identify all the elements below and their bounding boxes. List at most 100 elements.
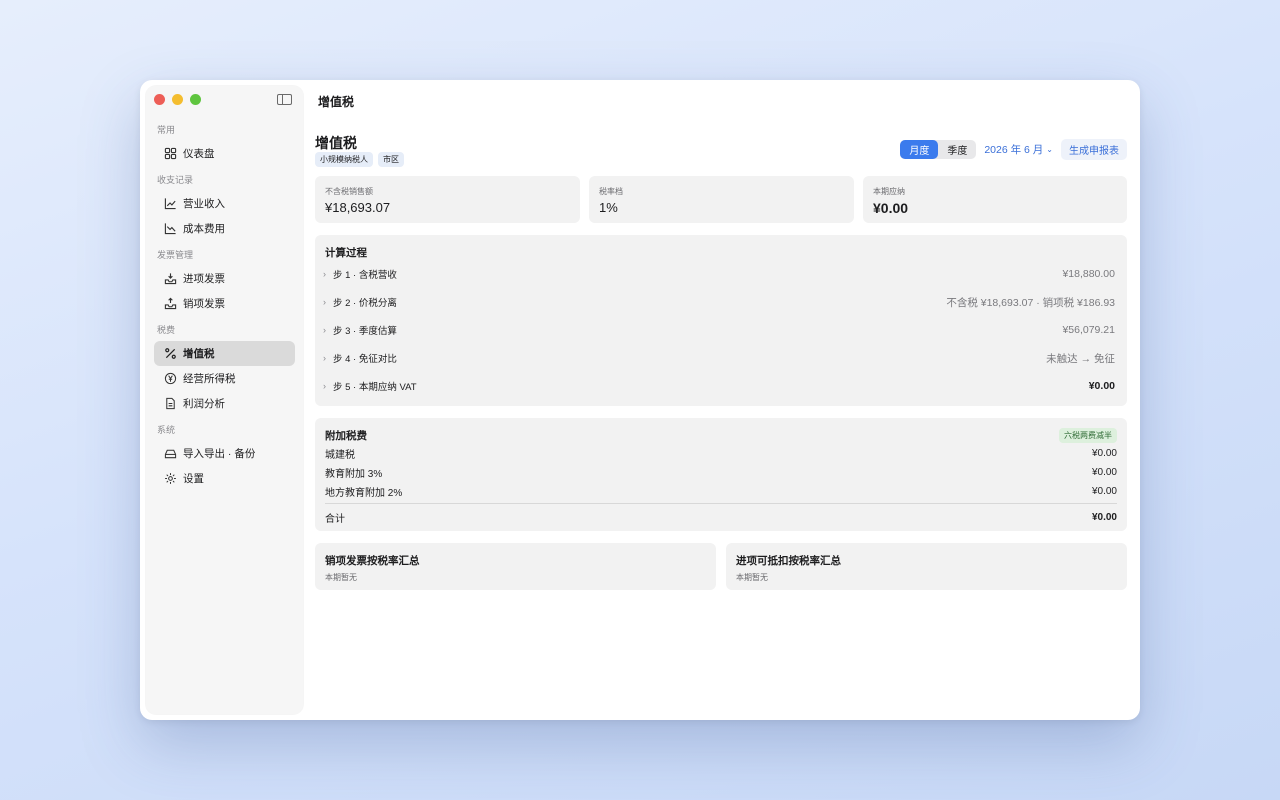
close-window-button[interactable] <box>154 94 165 105</box>
sidebar-item-settings[interactable]: 设置 <box>154 466 295 491</box>
chevron-right-icon: › <box>323 353 326 363</box>
traffic-lights <box>154 94 201 105</box>
empty-note: 本期暂无 <box>736 573 768 582</box>
sidebar-item-input-invoices[interactable]: 进项发票 <box>154 266 295 291</box>
sidebar-item-income-tax[interactable]: 经营所得税 <box>154 366 295 391</box>
sidebar-item-label: 经营所得税 <box>183 373 236 385</box>
sidebar-item-label: 成本费用 <box>183 223 225 235</box>
surcharge-value: ¥0.00 <box>1091 466 1117 478</box>
generate-report-button[interactable]: 生成申报表 <box>1061 139 1127 160</box>
output-summary-card: 销项发票按税率汇总 本期暂无 <box>315 543 716 590</box>
kpi-label: 本期应纳 <box>873 187 905 196</box>
step-value: 未触达 → 免征 <box>1046 352 1115 365</box>
sidebar-item-revenue[interactable]: 营业收入 <box>154 191 295 216</box>
minimize-window-button[interactable] <box>172 94 183 105</box>
calc-step-row[interactable]: › 步 4 · 免征对比 未触达 → 免征 <box>323 350 1115 366</box>
sidebar-item-label: 利润分析 <box>183 398 225 410</box>
chevron-right-icon: › <box>323 297 326 307</box>
step-label: 步 5 · 本期应纳 VAT <box>333 382 417 393</box>
surcharge-title: 附加税费 <box>325 430 367 442</box>
relief-badge: 六税两费减半 <box>1059 428 1117 443</box>
section-label-taxes: 税费 <box>157 325 176 335</box>
step-label: 步 4 · 免征对比 <box>333 354 397 365</box>
divider <box>325 503 1117 504</box>
sidebar-item-label: 销项发票 <box>183 298 225 310</box>
step-value: 不含税 ¥18,693.07 · 销项税 ¥186.93 <box>946 296 1115 309</box>
kpi-label: 不含税销售额 <box>325 187 373 196</box>
sidebar-item-label: 营业收入 <box>183 198 225 210</box>
taxpayer-tags: 小规模纳税人 市区 <box>315 152 404 167</box>
kpi-label: 税率档 <box>599 187 623 196</box>
sidebar-item-label: 仪表盘 <box>183 148 215 160</box>
header-controls: 月度 季度 2026 年 6 月 ⌄ 生成申报表 <box>900 139 1127 160</box>
kpi-value: ¥0.00 <box>873 200 909 216</box>
tag-taxpayer-type: 小规模纳税人 <box>315 152 373 167</box>
section-label-common: 常用 <box>157 125 176 135</box>
summary-title: 进项可抵扣按税率汇总 <box>736 555 841 567</box>
yen-circle-icon <box>163 372 177 386</box>
page-title: 增值税 <box>315 135 357 151</box>
empty-note: 本期暂无 <box>325 573 357 582</box>
sidebar-item-dashboard[interactable]: 仪表盘 <box>154 141 295 166</box>
kpi-card-sales: 不含税销售额 ¥18,693.07 <box>315 176 580 223</box>
kpi-value: 1% <box>599 200 618 215</box>
sidebar: 常用 仪表盘 收支记录 营业收入 成本费用 发票管理 进项发票 销项发票 税费 … <box>146 86 303 714</box>
zoom-window-button[interactable] <box>190 94 201 105</box>
total-value: ¥0.00 <box>1091 511 1117 523</box>
calculation-card: 计算过程 › 步 1 · 含税营收 ¥18,880.00 › 步 2 · 价税分… <box>315 235 1127 406</box>
surcharge-value: ¥0.00 <box>1091 447 1117 459</box>
kpi-value: ¥18,693.07 <box>325 200 391 215</box>
grid-icon <box>163 147 177 161</box>
surcharge-label: 地方教育附加 2% <box>325 487 403 499</box>
chevron-right-icon: › <box>323 325 326 335</box>
sidebar-toggle-icon[interactable] <box>277 94 292 105</box>
sidebar-item-label: 进项发票 <box>183 273 225 285</box>
calc-step-row[interactable]: › 步 2 · 价税分离 不含税 ¥18,693.07 · 销项税 ¥186.9… <box>323 294 1115 310</box>
chevron-right-icon: › <box>323 269 326 279</box>
step-label: 步 1 · 含税营收 <box>333 270 397 281</box>
summary-title: 销项发票按税率汇总 <box>325 555 420 567</box>
step-value: ¥18,880.00 <box>1062 268 1115 280</box>
kpi-card-payable: 本期应纳 ¥0.00 <box>863 176 1127 223</box>
window-title: 增值税 <box>318 95 355 109</box>
surcharge-row: 城建税 ¥0.00 <box>325 445 1117 461</box>
period-picker[interactable]: 2026 年 6 月 ⌄ <box>984 142 1053 157</box>
document-icon <box>163 397 177 411</box>
drive-icon <box>163 447 177 461</box>
tray-out-icon <box>163 297 177 311</box>
step-label: 步 2 · 价税分离 <box>333 298 397 309</box>
calc-step-row[interactable]: › 步 5 · 本期应纳 VAT ¥0.00 <box>323 378 1115 394</box>
app-window: 常用 仪表盘 收支记录 营业收入 成本费用 发票管理 进项发票 销项发票 税费 … <box>140 80 1140 720</box>
percent-icon <box>163 347 177 361</box>
surcharge-total-row: 合计 ¥0.00 <box>325 509 1117 525</box>
surcharge-row: 地方教育附加 2% ¥0.00 <box>325 483 1117 499</box>
chevron-down-icon: ⌄ <box>1046 145 1053 154</box>
sidebar-item-label: 设置 <box>183 473 204 485</box>
surcharge-row: 教育附加 3% ¥0.00 <box>325 464 1117 480</box>
section-label-system: 系统 <box>157 425 176 435</box>
sidebar-item-costs[interactable]: 成本费用 <box>154 216 295 241</box>
period-segmented-control: 月度 季度 <box>900 140 977 159</box>
calc-step-row[interactable]: › 步 1 · 含税营收 ¥18,880.00 <box>323 266 1115 282</box>
step-label: 步 3 · 季度估算 <box>333 326 397 337</box>
section-label-records: 收支记录 <box>157 175 194 185</box>
segment-quarterly[interactable]: 季度 <box>938 140 976 159</box>
total-label: 合计 <box>325 513 345 525</box>
sidebar-item-profit-analysis[interactable]: 利润分析 <box>154 391 295 416</box>
sidebar-item-import-export[interactable]: 导入导出 · 备份 <box>154 441 295 466</box>
step-value: ¥56,079.21 <box>1062 324 1115 336</box>
kpi-card-tax-rate: 税率档 1% <box>589 176 854 223</box>
section-label-invoices: 发票管理 <box>157 250 194 260</box>
tray-in-icon <box>163 272 177 286</box>
surcharge-value: ¥0.00 <box>1091 485 1117 497</box>
sidebar-item-label: 增值税 <box>183 348 215 360</box>
surcharge-label: 教育附加 3% <box>325 468 383 480</box>
calc-step-row[interactable]: › 步 3 · 季度估算 ¥56,079.21 <box>323 322 1115 338</box>
input-summary-card: 进项可抵扣按税率汇总 本期暂无 <box>726 543 1127 590</box>
sidebar-item-output-invoices[interactable]: 销项发票 <box>154 291 295 316</box>
sidebar-item-vat[interactable]: 增值税 <box>154 341 295 366</box>
chevron-right-icon: › <box>323 381 326 391</box>
segment-monthly[interactable]: 月度 <box>900 140 939 159</box>
period-label: 2026 年 6 月 <box>984 144 1044 156</box>
sidebar-item-label: 导入导出 · 备份 <box>183 448 256 460</box>
